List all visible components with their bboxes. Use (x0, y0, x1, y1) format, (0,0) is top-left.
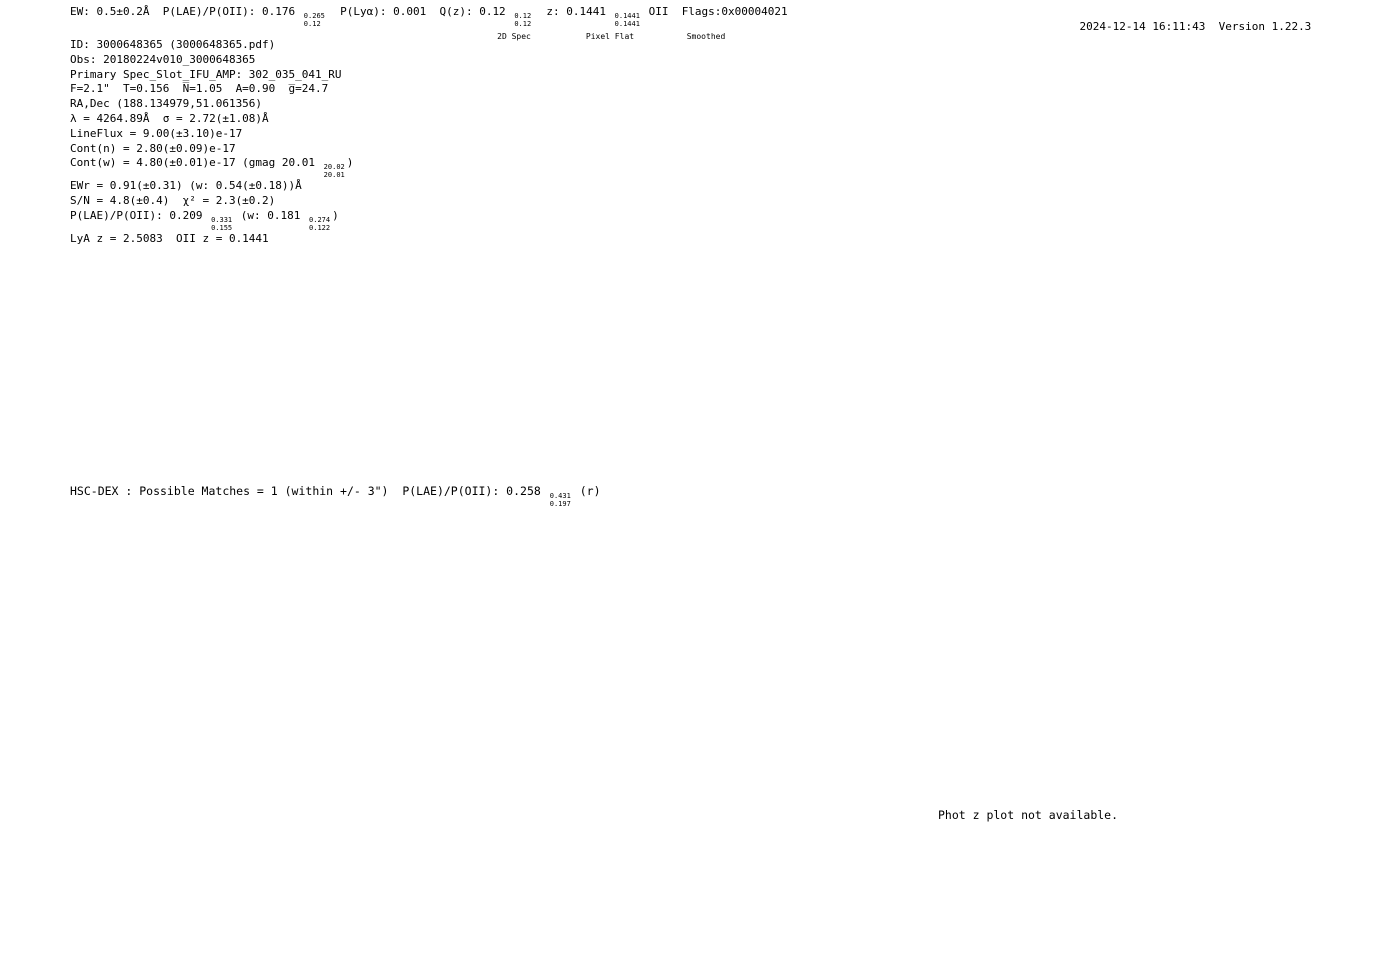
photz-note: Phot z plot not available. (938, 808, 1119, 822)
emission-line-labels (78, 0, 1308, 350)
hsc-match-header: HSC-DEX : Possible Matches = 1 (within +… (70, 484, 601, 508)
upper-uncertainty: 0.431 (549, 492, 571, 500)
stacked-uncertainty: 0.431 0.197 (550, 492, 571, 508)
elixer-detection-report: EW: 0.5±0.2Å P(LAE)/P(OII): 0.176 0.265 0… (0, 0, 1400, 953)
text-run: (r) (572, 484, 601, 498)
text-run: HSC-DEX : Possible Matches = 1 (within +… (70, 484, 548, 498)
lower-uncertainty: 0.197 (549, 500, 571, 509)
